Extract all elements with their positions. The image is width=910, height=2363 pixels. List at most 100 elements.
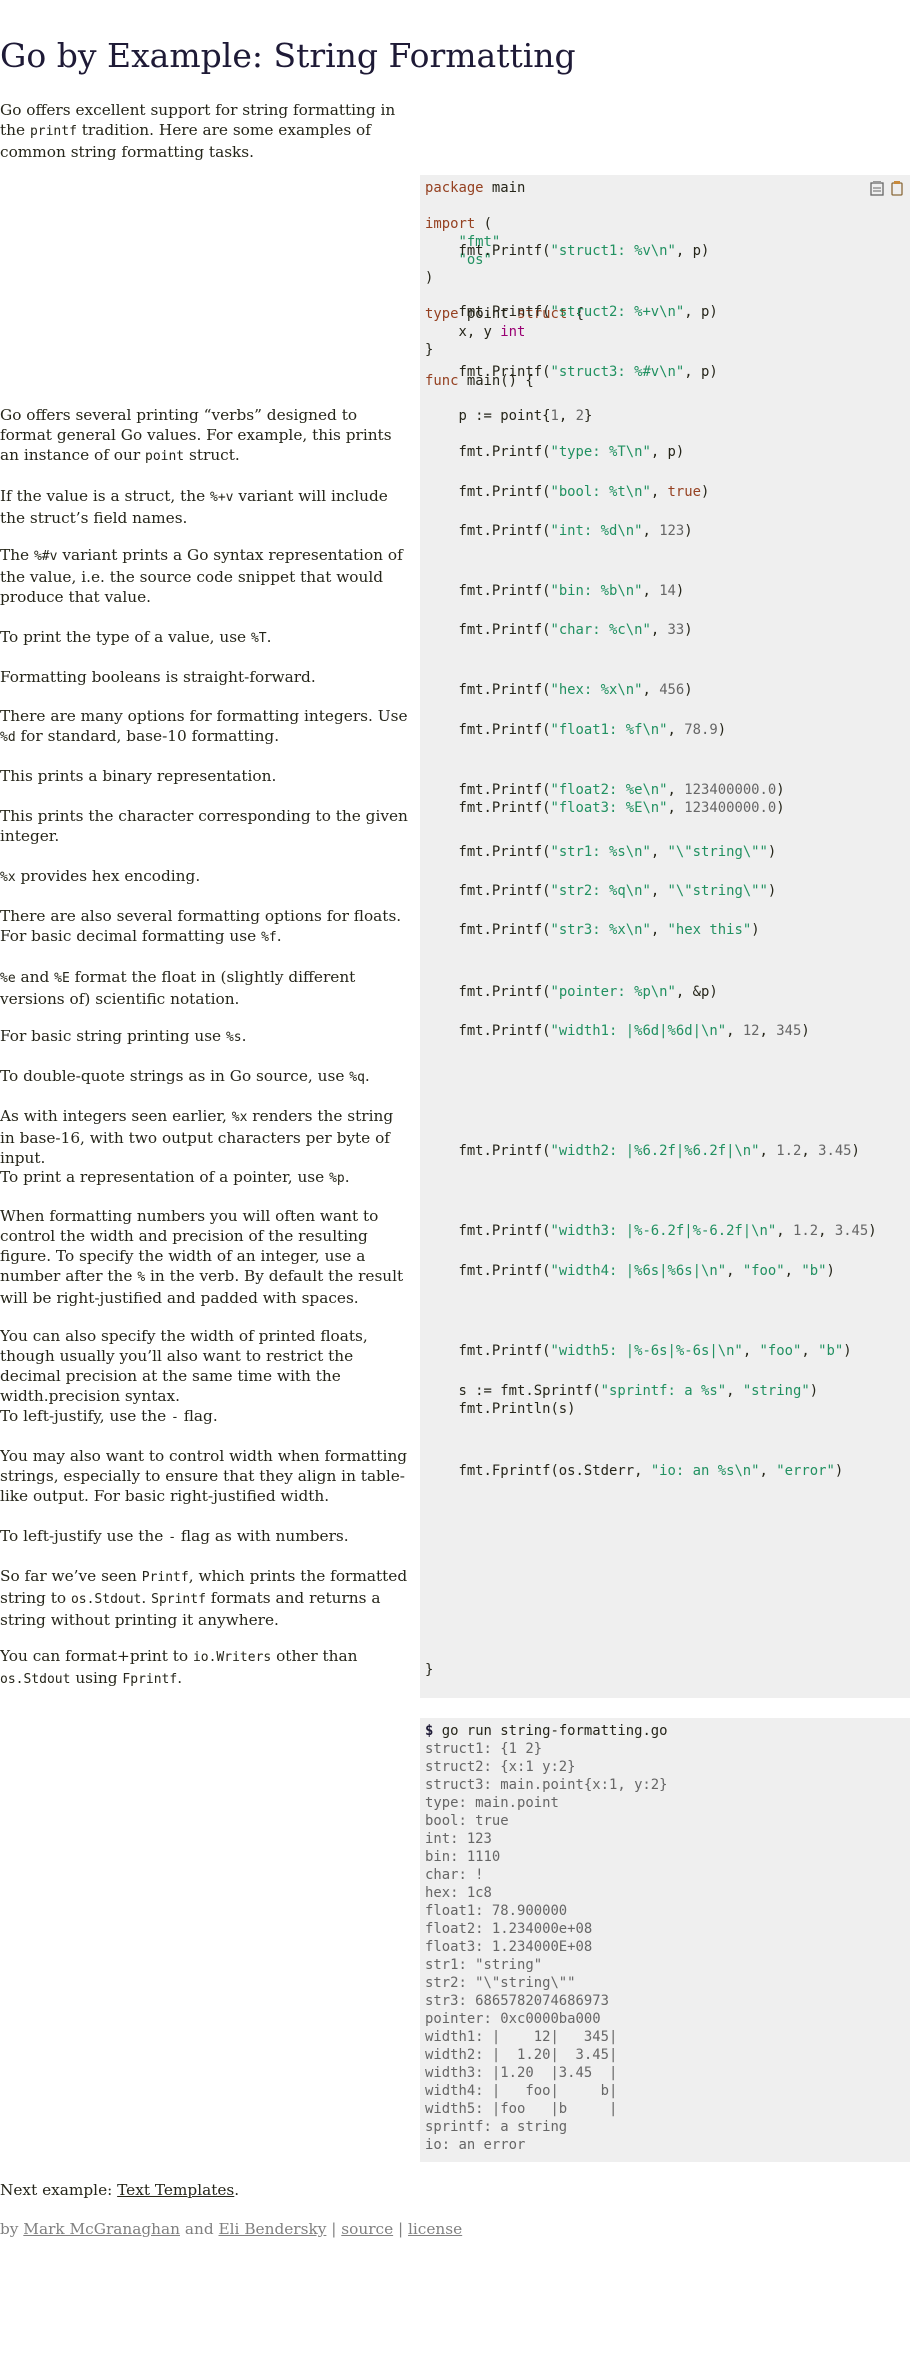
code-format-string: "width3: |%-6.2f|%-6.2f|\n"	[550, 1223, 777, 1239]
doc-code: Sprintf	[151, 1592, 206, 1607]
doc-code: io.Writers	[192, 1650, 272, 1665]
code-call: fmt.Printf(	[458, 883, 551, 899]
author-link-1[interactable]: Mark McGranaghan	[23, 2220, 180, 2238]
code-number: 123400000.0	[684, 782, 777, 798]
section-doc-6: There are many options for formatting in…	[0, 706, 412, 748]
code-line-19: fmt.Printf("width4: |%6s|%6s|\n", "foo",…	[425, 1262, 835, 1280]
next-suffix: .	[234, 2181, 240, 2199]
author-link-2[interactable]: Eli Bendersky	[219, 2220, 327, 2238]
code-args: )	[675, 583, 685, 599]
code-call: fmt.Printf(	[458, 1343, 551, 1359]
output-line: pointer: 0xc0000ba000	[425, 2011, 601, 2027]
next-example-link[interactable]: Text Templates	[117, 2181, 234, 2199]
code-line-4: fmt.Printf("type: %T\n", p)	[425, 443, 684, 461]
code-line-21: s := fmt.Sprintf("sprintf: a %s", "strin…	[425, 1382, 818, 1400]
doc-code: Fprintf	[122, 1672, 178, 1687]
doc-text: So far we’ve seen	[0, 1567, 142, 1585]
section-doc-10: There are also several formatting option…	[0, 906, 412, 948]
code-number: 123	[659, 523, 685, 539]
code-final-brace: }	[425, 1662, 434, 1678]
code-line-22: fmt.Fprintf(os.Stderr, "io: an %s\n", "e…	[425, 1462, 843, 1480]
code-args: )	[843, 1343, 852, 1359]
code-call: fmt.Printf(	[458, 782, 551, 798]
doc-text: If the value is a struct, the	[0, 487, 211, 505]
code-number: 345	[776, 1023, 802, 1039]
section-doc-19: You may also want to control width when …	[0, 1446, 412, 1506]
doc-code: os.Stdout	[0, 1672, 71, 1687]
code-line-7: fmt.Printf("bin: %b\n", 14)	[425, 582, 684, 600]
intro-code: printf	[29, 124, 77, 139]
section-doc-7: This prints a binary representation.	[0, 766, 412, 786]
code-args: )	[809, 1383, 819, 1399]
doc-text: struct.	[184, 446, 240, 464]
code-call: fmt.Printf(	[458, 922, 551, 938]
code-line-13: fmt.Printf("str2: %q\n", "\"string\"")	[425, 882, 776, 900]
output-line: float3: 1.234000E+08	[425, 1939, 593, 1955]
source-link[interactable]: source	[341, 2220, 393, 2238]
doc-text: and	[15, 968, 55, 986]
doc-text: As with integers seen earlier,	[0, 1107, 232, 1125]
doc-code: os.Stdout	[70, 1592, 142, 1607]
output-line: width1: | 12| 345|	[425, 2029, 618, 2045]
code-format-string: "bin: %b\n"	[550, 583, 643, 599]
section-doc-12: For basic string printing use %s.	[0, 1026, 412, 1048]
code-args: ,	[726, 1383, 743, 1399]
output-line: width5: |foo |b |	[425, 2101, 618, 2117]
code-args: , p)	[675, 243, 710, 259]
section-doc-13: To double-quote strings as in Go source,…	[0, 1066, 412, 1088]
next-prefix: Next example:	[0, 2181, 118, 2199]
section-doc-9: %x provides hex encoding.	[0, 866, 412, 888]
code-args: )	[701, 484, 710, 500]
code-string-arg: "foo"	[759, 1343, 802, 1359]
code-args: ,	[667, 800, 685, 816]
section-doc-20: To left-justify use the - flag as with n…	[0, 1526, 412, 1548]
output-line: sprintf: a string	[425, 2119, 568, 2135]
code-args: ,	[742, 1343, 760, 1359]
code-format-string: "float3: %E\n"	[550, 800, 668, 816]
code-args: ,	[650, 844, 668, 860]
code-args: ,	[784, 1263, 802, 1279]
code-number: 78.9	[684, 722, 718, 738]
code-line-1: fmt.Printf("struct1: %v\n", p)	[425, 242, 709, 260]
doc-text: There are many options for formatting in…	[0, 707, 408, 725]
code-args: )	[684, 622, 693, 638]
section-doc-1: Go offers several printing “verbs” desig…	[0, 405, 412, 467]
section-doc-4: To print the type of a value, use %T.	[0, 627, 412, 649]
code-args: )	[776, 800, 785, 816]
code-args: ,	[726, 1263, 743, 1279]
code-format-string: "str1: %s\n"	[550, 844, 651, 860]
code-struct-close: }	[425, 342, 434, 358]
code-call: fmt.Printf(	[458, 583, 551, 599]
run-icon[interactable]	[870, 180, 884, 196]
code-import-close: )	[425, 270, 434, 286]
code-format-string: "float1: %f\n"	[550, 722, 668, 738]
code-line-16: fmt.Printf("width1: |%6d|%6d|\n", 12, 34…	[425, 1022, 809, 1040]
code-string-arg: "foo"	[742, 1263, 785, 1279]
section-doc-11: %e and %E format the float in (slightly …	[0, 967, 412, 1009]
code-call: fmt.Printf(	[458, 1143, 551, 1159]
doc-text: Formatting booleans is straight-forward.	[0, 668, 316, 686]
doc-text: You may also want to control width when …	[0, 1447, 408, 1505]
code-format-string: "struct1: %v\n"	[550, 243, 676, 259]
code-args: ,	[642, 523, 660, 539]
code-call: fmt.Println(s)	[458, 1401, 576, 1417]
output-line: str1: "string"	[425, 1957, 543, 1973]
doc-text: .	[141, 1589, 152, 1607]
code-line-11: fmt.Printf("float3: %E\n", 123400000.0)	[425, 799, 785, 817]
next-example: Next example: Text Templates.	[0, 2180, 239, 2200]
doc-text: This prints the character corresponding …	[0, 807, 408, 845]
output-block: $ go run string-formatting.go struct1: {…	[420, 1718, 910, 2162]
doc-code: %f	[261, 930, 277, 945]
code-args: , p)	[650, 444, 685, 460]
doc-text: .	[177, 1669, 183, 1687]
doc-text: The	[0, 546, 34, 564]
copy-icon[interactable]	[890, 180, 904, 196]
code-args: ,	[650, 622, 668, 638]
section-doc-17: You can also specify the width of printe…	[0, 1326, 412, 1406]
code-call: fmt.Printf(	[458, 1263, 551, 1279]
code-args: ,	[759, 1143, 777, 1159]
code-call: fmt.Printf(	[458, 622, 551, 638]
code-args: )	[826, 1263, 835, 1279]
license-link[interactable]: license	[408, 2220, 462, 2238]
code-args: )	[767, 883, 777, 899]
